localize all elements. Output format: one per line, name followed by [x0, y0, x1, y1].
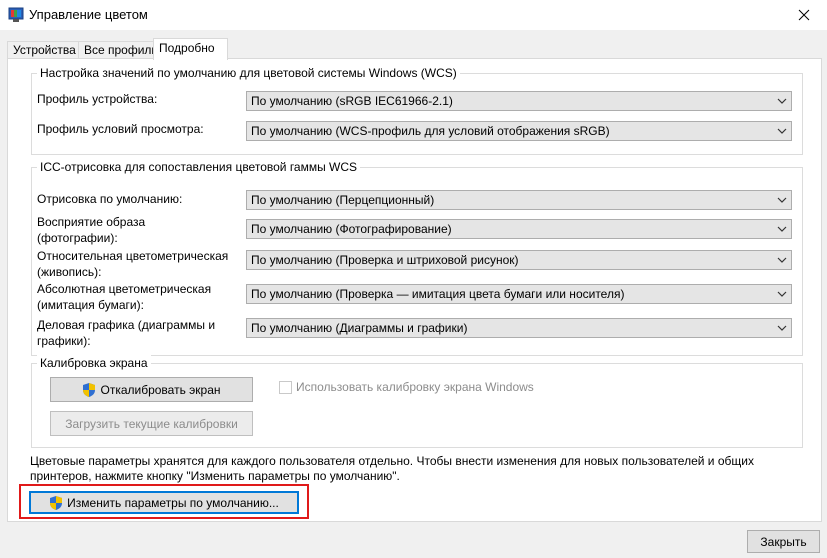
- perceptual-label: Восприятие образа (фотографии):: [37, 215, 146, 245]
- group-title: Калибровка экрана: [37, 355, 151, 371]
- load-calibrations-button[interactable]: Загрузить текущие калибровки: [50, 411, 253, 436]
- chevron-down-icon: [777, 98, 787, 104]
- business-graphics-select[interactable]: По умолчанию (Диаграммы и графики): [246, 318, 792, 338]
- viewing-conditions-label: Профиль условий просмотра:: [37, 122, 204, 136]
- close-button[interactable]: Закрыть: [747, 530, 820, 553]
- calibrate-display-button[interactable]: Откалибровать экран: [50, 377, 253, 402]
- uac-shield-icon: [83, 382, 96, 397]
- group-title: ICC-отрисовка для сопоставления цветовой…: [37, 159, 361, 175]
- title-bar: Управление цветом: [0, 0, 827, 30]
- uac-shield-icon: [50, 495, 63, 510]
- window-title: Управление цветом: [29, 7, 148, 22]
- default-rendering-label: Отрисовка по умолчанию:: [37, 192, 183, 206]
- absolute-colorimetric-select[interactable]: По умолчанию (Проверка — имитация цвета …: [246, 284, 792, 304]
- tab-panel-advanced: Настройка значений по умолчанию для цвет…: [7, 58, 822, 522]
- tab-devices[interactable]: Устройства: [7, 41, 85, 59]
- color-monitor-icon: [8, 7, 24, 22]
- default-rendering-select[interactable]: По умолчанию (Перцепционный): [246, 190, 792, 210]
- device-profile-select[interactable]: По умолчанию (sRGB IEC61966-2.1): [246, 91, 792, 111]
- chevron-down-icon: [777, 257, 787, 263]
- use-windows-calibration-label: Использовать калибровку экрана Windows: [296, 380, 534, 394]
- chevron-down-icon: [777, 197, 787, 203]
- chevron-down-icon: [777, 128, 787, 134]
- group-title: Настройка значений по умолчанию для цвет…: [37, 65, 460, 81]
- relative-colorimetric-label: Относительная цветометрическая (живопись…: [37, 249, 229, 279]
- tab-advanced[interactable]: Подробно: [153, 38, 228, 60]
- info-text: Цветовые параметры хранятся для каждого …: [30, 454, 754, 483]
- close-icon[interactable]: [781, 0, 827, 30]
- tab-all-profiles[interactable]: Все профили: [78, 41, 163, 59]
- business-graphics-label: Деловая графика (диаграммы и графики):: [37, 318, 216, 348]
- chevron-down-icon: [777, 291, 787, 297]
- absolute-colorimetric-label: Абсолютная цветометрическая (имитация бу…: [37, 282, 212, 312]
- chevron-down-icon: [777, 325, 787, 331]
- chevron-down-icon: [777, 226, 787, 232]
- change-defaults-button[interactable]: Изменить параметры по умолчанию...: [29, 491, 299, 514]
- use-windows-calibration-checkbox[interactable]: [279, 381, 292, 394]
- relative-colorimetric-select[interactable]: По умолчанию (Проверка и штриховой рисун…: [246, 250, 792, 270]
- perceptual-select[interactable]: По умолчанию (Фотографирование): [246, 219, 792, 239]
- wcs-defaults-group: Настройка значений по умолчанию для цвет…: [31, 65, 803, 155]
- device-profile-label: Профиль устройства:: [37, 92, 158, 106]
- viewing-conditions-select[interactable]: По умолчанию (WCS-профиль для условий от…: [246, 121, 792, 141]
